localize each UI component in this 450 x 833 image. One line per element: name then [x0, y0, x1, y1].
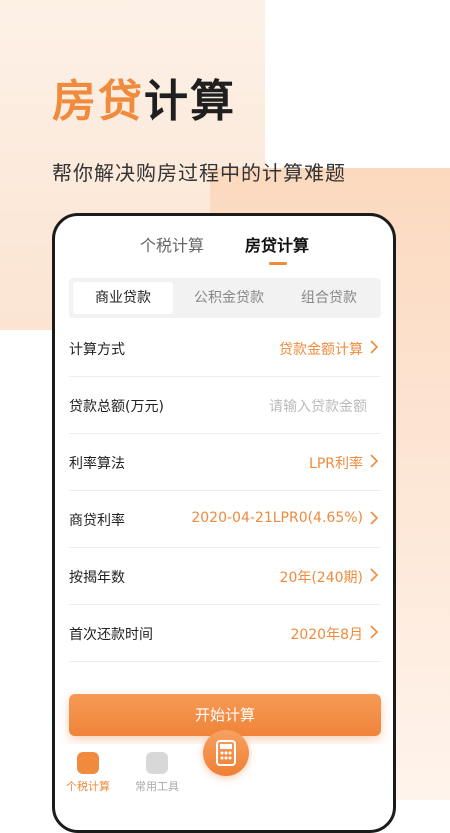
form-rows: 计算方式 贷款金额计算 贷款总额(万元) 请输入贷款金额 利率算法 LPR利率 … — [69, 320, 381, 662]
tools-icon — [146, 752, 168, 774]
chevron-right-icon — [370, 340, 379, 354]
hero-subtitle: 帮你解决购房过程中的计算难题 — [52, 161, 346, 185]
top-tabs: 个税计算 房贷计算 — [55, 232, 393, 272]
row-calc-method[interactable]: 计算方式 贷款金额计算 — [69, 320, 381, 377]
row-label: 首次还款时间 — [69, 627, 153, 643]
active-tab-indicator — [269, 262, 287, 265]
row-label: 按揭年数 — [69, 570, 125, 586]
row-loan-amount[interactable]: 贷款总额(万元) 请输入贷款金额 — [69, 377, 381, 434]
row-value: 贷款金额计算 — [279, 342, 363, 358]
loan-amount-input[interactable]: 请输入贷款金额 — [269, 396, 367, 416]
tab-tax-calc[interactable]: 个税计算 — [140, 232, 204, 256]
nav-label: 个税计算 — [66, 780, 110, 793]
segment-provident-fund-loan[interactable]: 公积金贷款 — [179, 282, 279, 314]
chevron-right-icon — [370, 625, 379, 639]
segment-commercial-loan[interactable]: 商业贷款 — [73, 282, 173, 314]
hero-title: 房贷计算 — [52, 76, 236, 128]
bottom-fade-overlay — [305, 744, 393, 804]
hero-title-dark: 计算 — [144, 76, 236, 127]
row-label: 贷款总额(万元) — [69, 399, 164, 415]
nav-label: 常用工具 — [135, 780, 179, 793]
hero: 房贷计算 — [52, 76, 236, 128]
row-rate-method[interactable]: 利率算法 LPR利率 — [69, 434, 381, 491]
row-commercial-rate[interactable]: 商贷利率 2020-04-21LPR0(4.65%) — [69, 491, 381, 548]
row-value: 2020年8月 — [290, 627, 363, 643]
calculator-fab-button[interactable] — [203, 730, 249, 776]
calculator-icon — [216, 740, 236, 766]
row-value: 20年(240期) — [279, 570, 363, 586]
nav-common-tools[interactable]: 常用工具 — [127, 752, 187, 794]
loan-type-segmented-control: 商业贷款 公积金贷款 组合贷款 — [69, 278, 381, 318]
row-label: 计算方式 — [69, 342, 125, 358]
chevron-right-icon — [370, 511, 379, 525]
row-value: LPR利率 — [309, 456, 363, 472]
tax-calc-icon — [77, 752, 99, 774]
chevron-right-icon — [370, 454, 379, 468]
row-value: 2020-04-21LPR0(4.65%) — [191, 510, 363, 526]
segment-combined-loan[interactable]: 组合贷款 — [279, 282, 379, 314]
chevron-right-icon — [370, 568, 379, 582]
nav-tax-calc[interactable]: 个税计算 — [58, 752, 118, 794]
row-label: 利率算法 — [69, 456, 125, 472]
phone-frame: 个税计算 房贷计算 商业贷款 公积金贷款 组合贷款 计算方式 贷款金额计算 贷款… — [52, 213, 396, 833]
bottom-navigation: 个税计算 常用工具 — [55, 730, 393, 804]
row-first-repayment[interactable]: 首次还款时间 2020年8月 — [69, 605, 381, 662]
hero-title-accent: 房贷 — [52, 76, 144, 127]
tab-mortgage-calc[interactable]: 房贷计算 — [245, 232, 309, 256]
row-label: 商贷利率 — [69, 513, 125, 529]
row-mortgage-years[interactable]: 按揭年数 20年(240期) — [69, 548, 381, 605]
